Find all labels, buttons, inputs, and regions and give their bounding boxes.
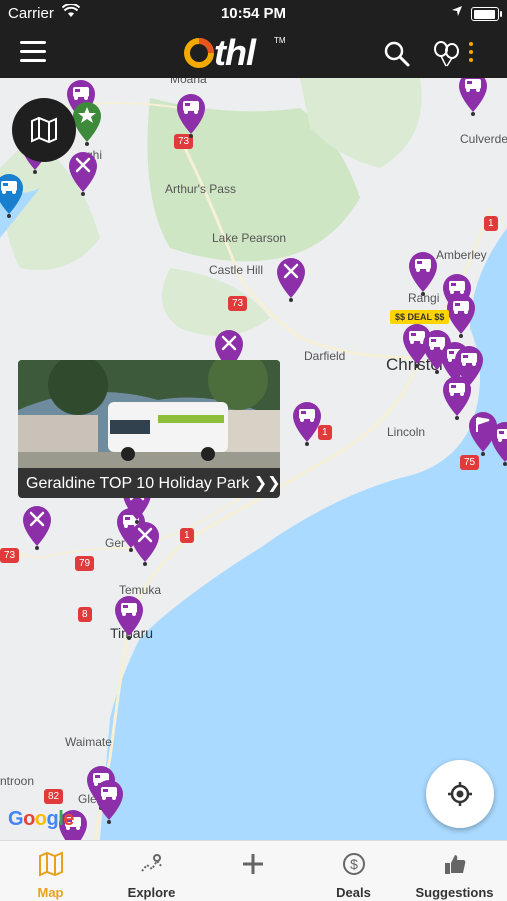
place-label: Arthur's Pass: [165, 182, 236, 196]
thumbs-up-icon: [445, 855, 466, 874]
search-button[interactable]: [383, 40, 411, 68]
holiday-park-pin[interactable]: [290, 400, 324, 446]
google-letter: o: [34, 808, 47, 830]
map-view[interactable]: Moana Arthur's Pass Lake Pearson Castle …: [0, 78, 507, 840]
menu-line: [20, 41, 46, 44]
balloons-icon: [434, 41, 459, 67]
status-bar: Carrier 10:54 PM: [0, 0, 507, 28]
chevron-right-icon: ❯❯: [253, 475, 280, 492]
more-dot: [469, 50, 473, 54]
menu-line: [20, 50, 46, 53]
google-letter: G: [8, 808, 24, 830]
map-icon: [39, 851, 63, 877]
place-label: ntroon: [0, 774, 35, 788]
road-shield: 75: [460, 455, 480, 470]
tab-label: Deals: [336, 885, 371, 900]
dollar-icon: $: [343, 853, 365, 875]
holiday-park-pin[interactable]: [174, 92, 208, 138]
holiday-park-pin[interactable]: [488, 420, 507, 466]
activity-pin[interactable]: [20, 504, 54, 550]
navigation-bar: thl TM: [0, 28, 507, 78]
battery-icon: [471, 7, 502, 21]
tab-deals[interactable]: $ Deals: [303, 841, 404, 901]
place-label: Culverden: [460, 132, 507, 146]
logo-text: thl: [214, 32, 256, 73]
tab-bar: Map Explore $ Deals Suggestions: [0, 840, 507, 901]
deal-tag[interactable]: $$ DEAL $$: [390, 310, 450, 324]
tab-add[interactable]: [202, 841, 303, 901]
google-attribution: Google: [8, 808, 74, 831]
tab-map[interactable]: Map: [0, 841, 101, 901]
map-layers-button[interactable]: [12, 98, 76, 162]
place-label: Waimate: [65, 735, 112, 749]
my-location-button[interactable]: [426, 760, 494, 828]
more-dot: [469, 58, 473, 62]
google-letter: o: [23, 808, 35, 830]
road-shield: 73: [0, 548, 20, 563]
place-label: Lincoln: [387, 425, 426, 439]
holiday-park-pin[interactable]: [406, 250, 440, 296]
place-label: Castle Hill: [209, 263, 264, 277]
google-letter: g: [46, 808, 59, 830]
holiday-park-pin[interactable]: [0, 172, 26, 218]
location-arrow-icon: [452, 6, 462, 16]
holiday-park-pin[interactable]: [92, 778, 126, 824]
plus-icon: [243, 854, 263, 874]
tab-label: Suggestions: [415, 885, 494, 900]
google-letter: e: [63, 808, 74, 830]
road-shield: 1: [180, 528, 194, 543]
road-shield: 79: [75, 556, 95, 571]
logo-trademark: TM: [274, 36, 286, 45]
place-label: Amberley: [436, 248, 487, 262]
more-dot: [469, 42, 473, 46]
activity-pin[interactable]: [128, 520, 162, 566]
search-icon: [384, 41, 410, 67]
crosshair-icon: [448, 782, 472, 806]
place-label: Moana: [170, 78, 207, 86]
holiday-park-title: Geraldine TOP 10 Holiday Park ❯❯: [26, 473, 280, 493]
tab-suggestions[interactable]: Suggestions: [404, 841, 505, 901]
thl-logo: thl TM: [182, 32, 292, 76]
menu-button[interactable]: [20, 41, 46, 63]
svg-text:$: $: [350, 856, 358, 872]
place-label: Darfield: [304, 349, 346, 363]
map-filter-button[interactable]: [432, 40, 462, 68]
holiday-park-photo: [18, 360, 280, 468]
tab-explore[interactable]: Explore: [101, 841, 202, 901]
explore-icon: [141, 854, 163, 872]
holiday-park-callout[interactable]: Geraldine TOP 10 Holiday Park ❯❯: [18, 360, 280, 498]
tab-label: Map: [37, 885, 64, 900]
callout-title-text: Geraldine TOP 10 Holiday Park: [26, 475, 250, 492]
holiday-park-pin[interactable]: [112, 594, 146, 640]
clock: 10:54 PM: [220, 5, 287, 22]
road-shield: 73: [228, 296, 248, 311]
place-label: Lake Pearson: [212, 231, 287, 245]
menu-line: [20, 59, 46, 62]
road-shield: 8: [78, 607, 92, 622]
road-shield: 1: [484, 216, 498, 231]
folded-map-icon: [31, 116, 57, 144]
activity-pin[interactable]: [274, 256, 308, 302]
holiday-park-pin[interactable]: [456, 78, 490, 116]
road-shield: 82: [44, 789, 64, 804]
logo-swirl-icon: [184, 38, 214, 68]
activity-pin[interactable]: [66, 150, 100, 196]
tab-label: Explore: [127, 885, 176, 900]
more-options-button[interactable]: [466, 40, 476, 68]
